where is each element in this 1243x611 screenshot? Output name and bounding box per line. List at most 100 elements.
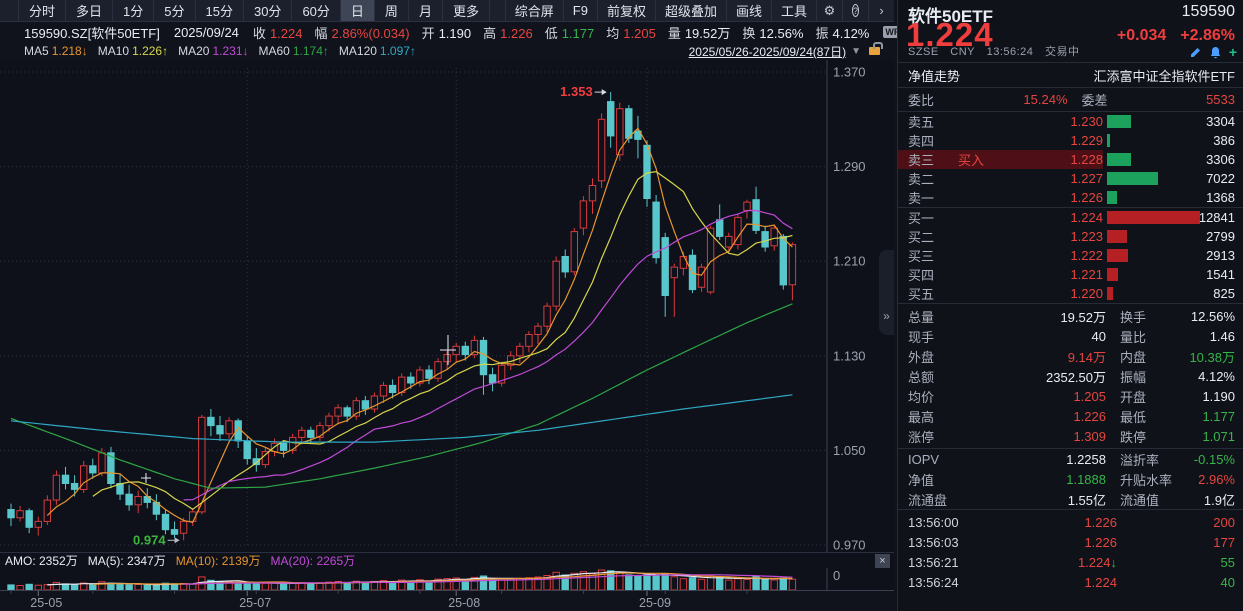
buy-level-volume: 2913 (1206, 247, 1235, 264)
toolbar-tab-月[interactable]: 月 (409, 0, 443, 21)
weibi-value: 15.24% (964, 92, 1068, 107)
buy-action-button[interactable]: 买入 (958, 150, 1008, 169)
stat-label: 净值 (908, 470, 966, 489)
buy-level-row[interactable]: 买五1.220825 (898, 284, 1243, 303)
stat-value: 1.309 (966, 429, 1106, 444)
stat-value: 2.96% (1178, 472, 1235, 487)
help-icon[interactable]: ? (842, 0, 868, 21)
sell-level-row[interactable]: 卖三买入1.2283306 (898, 150, 1243, 169)
toolbar-tab-日[interactable]: 日 (341, 0, 375, 21)
buy-order-book: 买一1.22412841买二1.2232799买三1.2222913买四1.22… (898, 208, 1243, 303)
change-percent: +2.86% (1180, 27, 1235, 44)
stat-label: 跌停 (1106, 427, 1178, 446)
amo-item: MA(10): 2139万 (176, 552, 261, 569)
toolbar-tab-30分[interactable]: 30分 (244, 0, 292, 21)
settings-gear-icon[interactable]: ⚙ (816, 0, 842, 21)
toolbar-tab-5分[interactable]: 5分 (154, 0, 195, 21)
collapse-chevrons-icon: » (883, 309, 890, 323)
ma-label: MA60 (259, 44, 290, 58)
stat-row: 总量19.52万换手12.56% (898, 306, 1243, 326)
sell-level-price: 1.229 (1008, 133, 1103, 148)
ma-item-MA5: MA51.218↓ (24, 44, 88, 58)
sell-level-left: 卖三买入1.228 (898, 150, 1103, 169)
edit-pencil-icon[interactable] (1189, 46, 1202, 59)
sell-level-row[interactable]: 卖一1.2261368 (898, 188, 1243, 207)
candlestick-chart-svg[interactable]: 1.3701.2901.2101.1301.0500.9701.3530.974 (0, 60, 894, 552)
amo-indicator-row: AMO: 2352万MA(5): 2347万MA(10): 2139万MA(20… (0, 552, 894, 568)
tick-row: 13:56:211.224↓55 (898, 552, 1243, 572)
stats-grid: 总量19.52万换手12.56%现手40量比1.46外盘9.14万内盘10.38… (898, 304, 1243, 446)
tick-time: 13:56:03 (908, 535, 1018, 550)
buy-level-row[interactable]: 买二1.2232799 (898, 227, 1243, 246)
amo-item: MA(5): 2347万 (88, 552, 166, 569)
stat-value: 1.226 (966, 409, 1106, 424)
alert-bell-icon[interactable] (1209, 46, 1222, 59)
sell-bar-area: 1368 (1103, 188, 1235, 207)
toolbar-action-画线[interactable]: 画线 (726, 0, 771, 21)
sell-level-price: 1.228 (1008, 152, 1103, 167)
nav-label: 净值走势 (908, 66, 960, 85)
toolbar-tab-60分[interactable]: 60分 (292, 0, 340, 21)
buy-level-price: 1.220 (1008, 286, 1103, 301)
toolbar-tab-多日[interactable]: 多日 (66, 0, 113, 21)
stat-label: 换手 (1106, 307, 1178, 326)
unlock-icon[interactable] (869, 47, 880, 55)
toolbar-action-前复权[interactable]: 前复权 (597, 0, 655, 21)
buy-level-volume: 2799 (1206, 228, 1235, 245)
quote-info-bar: 159590.SZ[软件50ETF] 2025/09/24 收1.224幅2.8… (0, 22, 894, 42)
iopv-section: IOPV1.2258溢折率-0.15%净值1.1888升贴水率2.96%流通盘1… (898, 449, 1243, 509)
nav-row[interactable]: 净值走势 汇添富中证全指软件ETF (898, 63, 1243, 88)
dropdown-caret-icon[interactable]: ▼ (851, 46, 861, 57)
stat-label: 内盘 (1106, 347, 1178, 366)
svg-text:1.210: 1.210 (833, 254, 866, 269)
buy-level-volume: 1541 (1206, 266, 1235, 283)
buy-level-label: 买一 (908, 208, 958, 227)
buy-level-volume: 12841 (1199, 209, 1235, 226)
tick-volume: 177 (1117, 535, 1235, 550)
toolbar-tab-15分[interactable]: 15分 (196, 0, 244, 21)
add-plus-icon[interactable]: + (1229, 46, 1237, 59)
sell-level-row[interactable]: 卖五1.2303304 (898, 112, 1243, 131)
toolbar-tab-分时[interactable]: 分时 (19, 0, 66, 21)
sell-level-label: 卖四 (908, 131, 958, 150)
ma-item-MA120: MA1201.097↑ (339, 44, 416, 58)
sell-level-volume: 3304 (1206, 113, 1235, 130)
stat-row: 流通盘1.55亿流通值1.9亿 (898, 489, 1243, 509)
buy-level-price: 1.221 (1008, 267, 1103, 282)
buy-level-row[interactable]: 买四1.2211541 (898, 265, 1243, 284)
toolbar-action-综合屏[interactable]: 综合屏 (505, 0, 563, 21)
buy-volume-bar (1107, 230, 1127, 243)
date-range-selector[interactable]: 2025/05/26-2025/09/24(87日) (689, 43, 846, 60)
toolbar-tab-1分[interactable]: 1分 (113, 0, 154, 21)
toolbar-tab-周[interactable]: 周 (375, 0, 409, 21)
ma-value: 1.097↑ (380, 44, 416, 58)
sell-level-row[interactable]: 卖四1.229386 (898, 131, 1243, 150)
panel-collapse-handle[interactable]: » (879, 250, 894, 335)
sell-level-volume: 7022 (1206, 170, 1235, 187)
fund-full-name: 汇添富中证全指软件ETF (1093, 66, 1235, 85)
x-axis: 25-0525-0725-0825-09 (0, 590, 894, 611)
svg-text:0.970: 0.970 (833, 538, 866, 553)
stat-label: 流通值 (1106, 490, 1178, 509)
close-indicator-button[interactable]: × (875, 554, 890, 568)
quote-field-换: 换12.56% (742, 23, 803, 42)
buy-level-row[interactable]: 买三1.2222913 (898, 246, 1243, 265)
tick-price: 1.224 (1018, 575, 1117, 590)
stat-value: 1.177 (1178, 409, 1235, 424)
buy-level-row[interactable]: 买一1.22412841 (898, 208, 1243, 227)
quote-field-开: 开1.190 (422, 23, 472, 42)
quote-field-label: 开 (422, 26, 435, 41)
toolbar-action-工具[interactable]: 工具 (771, 0, 816, 21)
chevron-right-icon[interactable]: › (868, 0, 894, 21)
quote-field-label: 低 (545, 26, 558, 41)
volume-chart-svg[interactable]: 0 (0, 568, 894, 590)
ma-item-MA20: MA201.231↓ (178, 44, 248, 58)
quote-field-label: 振 (815, 26, 828, 41)
volume-pane[interactable]: 0 (0, 568, 894, 590)
sell-level-row[interactable]: 卖二1.2277022 (898, 169, 1243, 188)
toolbar-action-F9[interactable]: F9 (563, 0, 597, 21)
stat-label: 最低 (1106, 407, 1178, 426)
toolbar-action-超级叠加[interactable]: 超级叠加 (655, 0, 726, 21)
main-candlestick-chart[interactable]: 1.3701.2901.2101.1301.0500.9701.3530.974 (0, 60, 894, 552)
toolbar-tab-更多[interactable]: 更多 (443, 0, 490, 21)
